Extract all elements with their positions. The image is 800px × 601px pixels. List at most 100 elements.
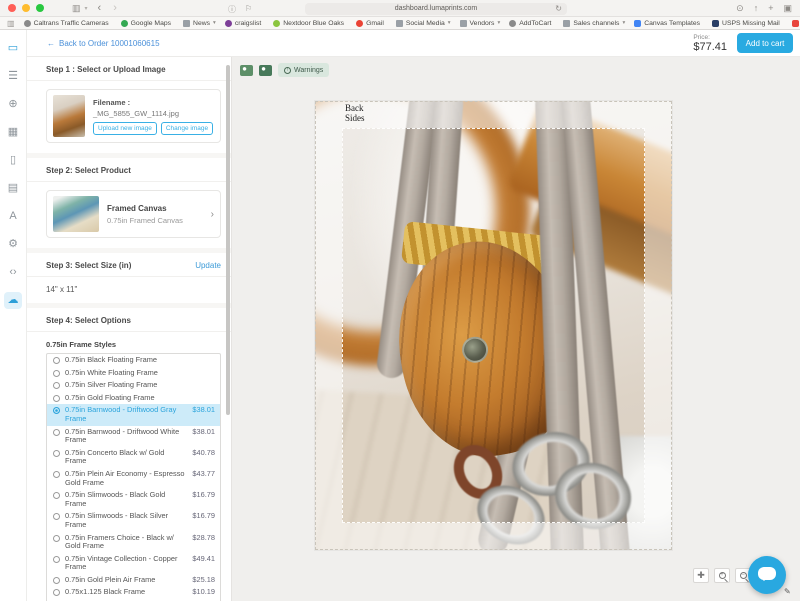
bookmark-nextdoor[interactable]: Nextdoor Blue Oaks [273, 20, 347, 27]
privacy-shield-icon[interactable]: ⓘ [228, 4, 236, 15]
frame-style-option[interactable]: 0.75in Gold Plein Air Frame $25.18 [47, 574, 220, 587]
radio-icon[interactable] [53, 556, 60, 563]
option-price: $28.78 [192, 534, 215, 543]
product-card[interactable]: Framed Canvas 0.75in Framed Canvas › [46, 190, 221, 238]
radio-icon[interactable] [53, 382, 60, 389]
radio-icon[interactable] [53, 370, 60, 377]
zoom-window-button[interactable] [36, 4, 44, 12]
frame-style-option[interactable]: 0.75in Framers Choice - Black w/ Gold Fr… [47, 532, 220, 553]
rail-item-device[interactable]: ▯ [4, 152, 22, 169]
rail-item-menu[interactable]: ☰ [4, 68, 22, 85]
bookmarks-grid-icon[interactable]: ▥ [7, 19, 15, 28]
radio-icon[interactable] [53, 395, 60, 402]
frame-style-option[interactable]: 0.75in White Floating Frame [47, 367, 220, 380]
radio-icon[interactable] [53, 450, 60, 457]
radio-icon[interactable] [53, 492, 60, 499]
rail-item-calendar[interactable]: ▤ [4, 180, 22, 197]
option-label: 0.75in Plein Air Economy - Espresso Gold… [65, 470, 187, 487]
frame-style-option[interactable]: 0.75in Black Floating Frame [47, 354, 220, 367]
step1-header: Step 1 : Select or Upload Image [27, 57, 231, 81]
rail-item-products[interactable]: ▦ [4, 124, 22, 141]
bookmark-social-media[interactable]: Social Media ▾ [396, 20, 451, 27]
frame-style-option[interactable]: 0.75in Silver Floating Frame [47, 379, 220, 392]
rail-item-typography[interactable]: A [4, 208, 22, 225]
radio-icon[interactable] [53, 471, 60, 478]
forward-nav-button[interactable]: › [113, 2, 117, 14]
back-nav-button[interactable]: ‹ [98, 2, 102, 14]
radio-icon[interactable] [53, 577, 60, 584]
bookmark-sales-channels[interactable]: Sales channels ▾ [563, 20, 625, 27]
option-label: 0.75in Slimwoods - Black Silver Frame [65, 512, 187, 529]
bookmark-vendors[interactable]: Vendors ▾ [460, 20, 501, 27]
radio-icon[interactable] [53, 357, 60, 364]
bookmark-label: Nextdoor Blue Oaks [283, 20, 344, 27]
frame-style-option[interactable]: 0.75in Barnwood - Driftwood Gray Frame $… [47, 404, 220, 425]
update-size-link[interactable]: Update [195, 261, 221, 270]
bookmark-gmail[interactable]: Gmail [356, 20, 387, 27]
frame-style-option[interactable]: 0.75in Slimwoods - Black Silver Frame $1… [47, 510, 220, 531]
bookmark-label: Gmail [366, 20, 384, 27]
preview-stage: ! Warnings [232, 57, 800, 601]
option-price: $38.01 [192, 428, 215, 437]
pan-button[interactable]: ✚ [693, 568, 709, 583]
frame-style-option[interactable]: 0.75in Slimwoods - Black Gold Frame $16.… [47, 489, 220, 510]
change-image-button[interactable]: Change image [161, 122, 213, 135]
back-to-order-link[interactable]: ← Back to Order 10001060615 [47, 39, 160, 48]
canvas-preview-image[interactable]: Back Sides [315, 101, 672, 550]
rail-item-globe[interactable]: ⊕ [4, 96, 22, 113]
zoom-in-button[interactable]: + [714, 568, 730, 583]
frame-style-option[interactable]: 0.75x1.125 Black Frame $10.19 [47, 586, 220, 599]
bookmark-usps[interactable]: USPS Missing Mail [712, 20, 783, 27]
radio-icon[interactable] [53, 589, 60, 596]
image-thumbnail[interactable] [53, 95, 85, 137]
panel-scrollbar[interactable] [226, 65, 230, 415]
bookmark-label: Vendors [470, 20, 495, 27]
rail-item-settings[interactable]: ⚙ [4, 236, 22, 253]
bookmark-favicon [24, 20, 31, 27]
frame-style-option[interactable]: 0.75in Gold Floating Frame [47, 392, 220, 405]
warnings-toggle[interactable]: ! Warnings [278, 63, 329, 77]
radio-icon[interactable] [53, 513, 60, 520]
frame-style-option[interactable]: 0.75in Concerto Black w/ Gold Frame $40.… [47, 447, 220, 468]
reload-icon[interactable]: ↻ [555, 4, 562, 13]
new-tab-icon[interactable]: + [768, 3, 773, 14]
image-layer-icon[interactable] [240, 65, 253, 76]
radio-icon[interactable] [53, 535, 60, 542]
bookmark-adobe[interactable]: Adobe Create Magazine [792, 20, 800, 27]
rail-item-code[interactable]: ‹› [4, 264, 22, 281]
radio-icon[interactable] [53, 407, 60, 414]
product-thumbnail [53, 196, 99, 232]
sidebar-toggle-icon[interactable]: ▥ [72, 4, 81, 13]
rail-item-orders[interactable]: ▭ [4, 40, 22, 57]
radio-icon[interactable] [53, 429, 60, 436]
frame-style-option[interactable]: 0.75in Barnwood - Driftwood White Frame … [47, 426, 220, 447]
close-window-button[interactable] [8, 4, 16, 12]
option-price: $40.78 [192, 449, 215, 458]
price-label: Price: [693, 34, 727, 41]
frame-style-option[interactable]: 0.75in Plein Air Economy - Espresso Gold… [47, 468, 220, 489]
browser-tabbar: ▥ ▾ ‹ › ⓘ ⚐ dashboard.lumaprints.com ↻ ⊙… [0, 0, 800, 17]
bookmark-caltrans[interactable]: Caltrans Traffic Cameras [24, 20, 112, 27]
filename-label: Filename : [93, 98, 213, 107]
frame-style-list: 0.75in Black Floating Frame 0.75in White… [46, 353, 221, 601]
share-icon[interactable]: ↑ [754, 3, 759, 14]
rail-item-chat[interactable]: ☁ [4, 292, 22, 309]
bookmark-news[interactable]: News ▾ [183, 20, 216, 27]
upload-new-image-button[interactable]: Upload new image [93, 122, 157, 135]
bookmark-craigslist[interactable]: craigslist [225, 20, 264, 27]
bookmark-canvas-templates[interactable]: Canvas Templates [634, 20, 703, 27]
option-price: $38.01 [192, 406, 215, 415]
sidebar-caret-icon[interactable]: ▾ [85, 5, 88, 12]
chat-widget-button[interactable] [748, 556, 786, 594]
address-bar[interactable]: dashboard.lumaprints.com ↻ [305, 3, 567, 15]
tab-overview-icon[interactable]: ▣ [783, 3, 792, 14]
minimize-window-button[interactable] [22, 4, 30, 12]
frame-style-option[interactable]: 0.75in Vintage Collection - Copper Frame… [47, 553, 220, 574]
downloads-icon[interactable]: ⊙ [736, 3, 744, 14]
image-preview-icon[interactable] [259, 65, 272, 76]
add-to-cart-button[interactable]: Add to cart [737, 33, 793, 53]
bookmark-addtocart[interactable]: AddToCart [509, 20, 554, 27]
bookmark-google-maps[interactable]: Google Maps [121, 20, 174, 27]
app-rail: ▭ ☰ ⊕ ▦ ▯ ▤ A ⚙ ‹› ☁ [0, 30, 27, 601]
reader-icon[interactable]: ⚐ [245, 4, 252, 13]
